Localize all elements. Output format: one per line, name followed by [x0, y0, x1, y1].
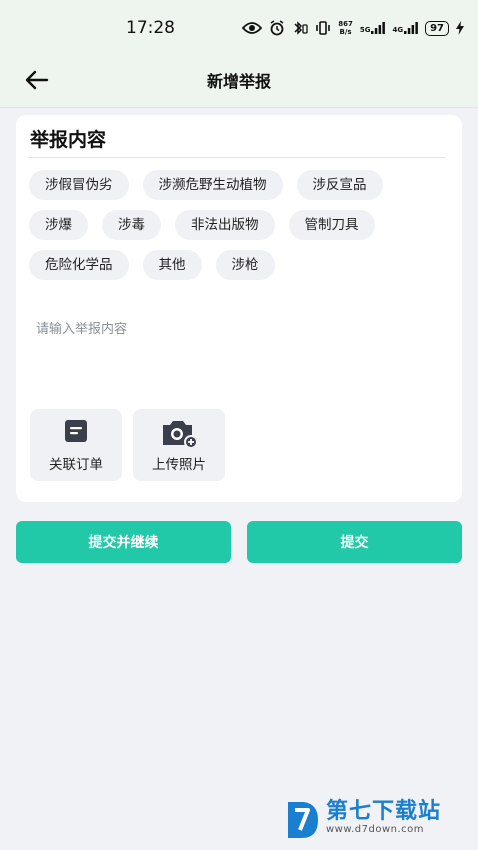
section-title: 举报内容	[30, 129, 107, 151]
signal-4g-label: 4G	[392, 26, 404, 34]
signal-5g-label: 5G	[359, 26, 371, 34]
charging-icon	[456, 21, 464, 35]
status-icons: 867 B/s 5G 4G 97	[242, 17, 464, 39]
battery-level: 97	[430, 22, 444, 34]
link-order-label: 关联订单	[49, 457, 103, 473]
submit-and-continue-button[interactable]: 提交并继续	[16, 521, 231, 563]
status-bar: 17:28 867 B/s 5G 4G 97	[0, 0, 478, 52]
tag-explosives[interactable]: 涉爆	[29, 210, 88, 240]
tag-drugs[interactable]: 涉毒	[102, 210, 161, 240]
bluetooth-battery-icon	[294, 21, 308, 35]
eye-icon	[242, 22, 263, 34]
upload-photo-label: 上传照片	[152, 457, 206, 473]
upload-photo-button[interactable]: 上传照片	[133, 409, 225, 481]
tag-illegal-publications[interactable]: 非法出版物	[175, 210, 275, 240]
signal-4g: 4G	[392, 22, 418, 34]
signal-bars-icon	[371, 22, 386, 34]
page-title: 新增举报	[206, 72, 271, 91]
report-content-input[interactable]	[36, 317, 436, 341]
tag-reactionary-propaganda[interactable]: 涉反宣品	[296, 170, 383, 200]
watermark-url: www.d7down.com	[326, 824, 425, 835]
battery-indicator: 97	[425, 20, 449, 36]
net-speed-value: 867	[338, 20, 353, 28]
tag-other[interactable]: 其他	[142, 250, 202, 280]
watermark-brand: 第七下载站	[326, 799, 442, 824]
divider	[28, 157, 446, 158]
report-card: 举报内容 涉假冒伪劣 涉濒危野生动植物 涉反宣品 涉爆 涉毒 非法出版物 管制刀…	[16, 115, 462, 502]
net-speed-unit: B/s	[339, 28, 352, 36]
link-order-button[interactable]: 关联订单	[30, 409, 122, 481]
net-speed: 867 B/s	[338, 20, 353, 36]
tag-hazardous-chemicals[interactable]: 危险化学品	[29, 250, 129, 280]
tag-counterfeit[interactable]: 涉假冒伪劣	[29, 170, 129, 200]
app-header: 新增举报	[0, 52, 478, 108]
tag-endangered-species[interactable]: 涉濒危野生动植物	[142, 170, 283, 200]
tag-row: 涉假冒伪劣 涉濒危野生动植物 涉反宣品	[29, 170, 383, 200]
note-icon	[65, 420, 87, 442]
d7-logo-icon	[288, 802, 318, 838]
tag-controlled-knives[interactable]: 管制刀具	[288, 210, 375, 240]
signal-bars-icon	[404, 22, 418, 34]
signal-5g: 5G	[360, 22, 386, 34]
tag-row: 涉爆 涉毒 非法出版物 管制刀具	[29, 210, 375, 240]
status-time: 17:28	[126, 18, 175, 38]
camera-add-icon	[163, 421, 198, 449]
alarm-icon	[270, 20, 284, 36]
tag-firearms[interactable]: 涉枪	[215, 250, 275, 280]
tag-row: 危险化学品 其他 涉枪	[29, 250, 275, 280]
submit-button[interactable]: 提交	[247, 521, 462, 563]
vibrate-icon	[316, 21, 331, 35]
site-watermark: 第七下载站 www.d7down.com	[284, 800, 441, 840]
